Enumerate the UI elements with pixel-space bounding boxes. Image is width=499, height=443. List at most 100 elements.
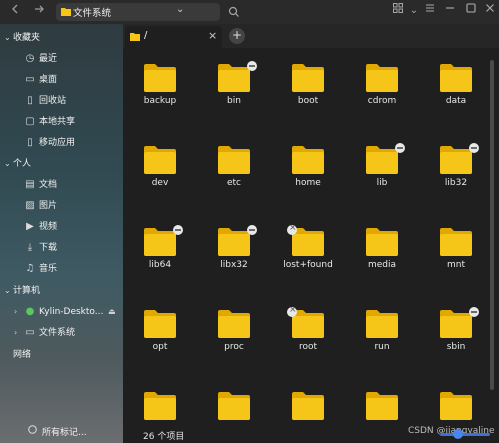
folder-name: cdrom [367,96,397,106]
folder-item[interactable]: etc [197,130,271,210]
folder-name: backup [143,96,177,106]
folder-share-icon: ▢ [25,116,35,127]
link-badge-icon [247,61,257,71]
folder-icon [292,392,324,420]
folder-icon [440,392,472,420]
folder-icon [366,64,398,92]
link-badge-icon [173,225,183,235]
zoom-slider-handle[interactable] [453,429,463,439]
folder-name: libx32 [220,260,248,270]
sidebar-item-label: 音乐 [39,264,58,274]
section-personal[interactable]: ⌄ 个人 [0,154,123,174]
sidebar-item-trash[interactable]: ▯ 回收站 [0,91,123,111]
folder-icon [366,392,398,420]
desktop-icon: ▭ [25,74,35,85]
folder-item[interactable]: data [419,48,493,128]
minimize-button[interactable] [442,3,458,19]
folder-item[interactable] [197,376,271,443]
sidebar-item-music[interactable]: ♫ 音乐 [0,259,123,279]
section-network[interactable]: 网络 [0,345,123,365]
chevron-down-icon[interactable]: ⌄ [176,4,184,15]
status-item-count: 26 个项目 [143,432,185,442]
back-button[interactable] [6,2,24,20]
folder-item[interactable]: sbin [419,294,493,374]
close-icon[interactable]: × [208,29,217,42]
arrow-left-icon [12,4,18,14]
location-bar[interactable]: 文件系统 ⌄ [56,3,220,21]
video-icon: ▶ [26,221,34,232]
close-button[interactable] [482,3,498,19]
sidebar-item-mobile-apps[interactable]: ▯ 移动应用 [0,133,123,153]
drive-icon: ▭ [25,327,35,338]
folder-item[interactable]: root [271,294,345,374]
search-button[interactable] [228,3,242,17]
link-badge-icon [247,225,257,235]
section-label: 计算机 [13,286,41,296]
folder-item[interactable]: mnt [419,212,493,292]
arrow-right-icon [35,5,44,13]
forward-button[interactable] [30,2,48,20]
folder-name: home [295,178,321,188]
eject-icon[interactable]: ⏏ [108,302,116,322]
folder-item[interactable]: lost+found [271,212,345,292]
folder-item[interactable]: home [271,130,345,210]
folder-icon [218,310,250,338]
folder-item[interactable]: lib32 [419,130,493,210]
folder-item[interactable]: opt [123,294,197,374]
menu-icon [426,4,434,12]
folder-name: lib64 [148,260,172,270]
folder-item[interactable]: proc [197,294,271,374]
sidebar-item-pictures[interactable]: ▨ 图片 [0,196,123,216]
menu-button[interactable] [422,3,438,19]
sidebar-item-recent[interactable]: ◷ 最近 [0,49,123,69]
location-text: 文件系统 [73,8,112,19]
folder-item[interactable]: dev [123,130,197,210]
chevron-right-icon[interactable]: › [14,302,17,322]
folder-icon [130,33,140,41]
sidebar-item-desktop[interactable]: ▭ 桌面 [0,70,123,90]
folder-name: opt [152,342,168,352]
lock-badge-icon [287,305,297,317]
all-tags-footer[interactable]: 所有标记... [0,420,123,443]
chevron-right-icon[interactable]: › [14,323,17,343]
sidebar-item-downloads[interactable]: ⤓ 下载 [0,238,123,258]
zoom-slider[interactable] [440,433,490,436]
folder-item[interactable]: lib64 [123,212,197,292]
section-favorites[interactable]: ⌄ 收藏夹 [0,28,123,48]
maximize-icon [466,3,476,13]
file-grid: backup bin boot cdrom data dev etc home lib lib32… [123,48,499,443]
sidebar-item-documents[interactable]: ▤ 文档 [0,175,123,195]
maximize-button[interactable] [463,3,479,19]
link-badge-icon [469,307,479,317]
section-label: 网络 [13,350,32,360]
sidebar-item-label: 下载 [39,243,58,253]
folder-item[interactable] [271,376,345,443]
folder-item[interactable]: cdrom [345,48,419,128]
folder-item[interactable]: bin [197,48,271,128]
tab-root[interactable]: / × [125,26,222,48]
folder-name: etc [226,178,241,188]
sidebar-item-filesystem[interactable]: › ▭ 文件系统 [0,323,123,343]
sidebar-item-local-share[interactable]: ▢ 本地共享 [0,112,123,132]
folder-item[interactable]: boot [271,48,345,128]
folder-item[interactable]: lib [345,130,419,210]
folder-item[interactable]: media [345,212,419,292]
new-tab-button[interactable]: + [229,28,245,44]
view-options-dropdown[interactable]: ⌄ [406,3,422,19]
folder-item[interactable]: backup [123,48,197,128]
section-computer[interactable]: ⌄ 计算机 [0,281,123,301]
sidebar-item-label: 移动应用 [39,138,76,148]
sidebar-item-videos[interactable]: ▶ 视频 [0,217,123,237]
folder-icon [144,146,176,174]
folder-icon [144,392,176,420]
folder-name: root [298,342,318,352]
sidebar-item-kylin-desktop[interactable]: › ● Kylin-Deskto... ⏏ [0,302,123,322]
view-mode-button[interactable] [390,3,406,19]
title-toolbar: 文件系统 ⌄ ⌄ [0,0,499,24]
folder-icon [218,392,250,420]
folder-icon [292,146,324,174]
folder-item[interactable]: libx32 [197,212,271,292]
folder-item[interactable]: run [345,294,419,374]
vertical-scrollbar[interactable] [490,60,494,390]
folder-icon [218,64,250,92]
